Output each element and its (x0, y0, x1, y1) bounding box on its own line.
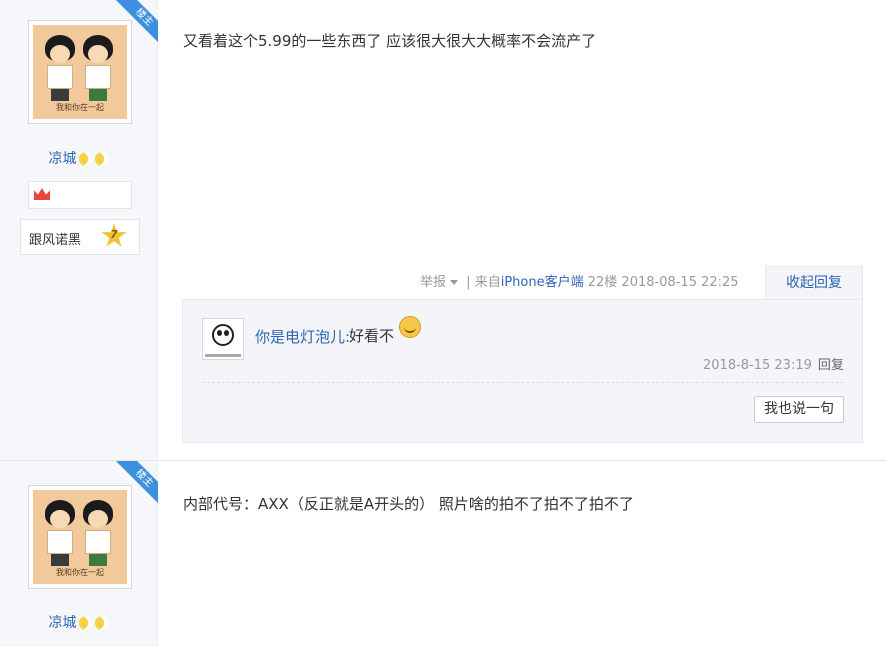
girl-figure (83, 500, 113, 566)
smiley-emoji-icon (399, 316, 421, 338)
post-tail: 举报 | 来自iPhone客户端 22楼 2018-08-15 22:25 (420, 266, 763, 299)
reply-time: 2018-8-15 23:19 (703, 358, 812, 373)
source-prefix: 来自 (474, 275, 501, 290)
username-link[interactable]: 凉城 (0, 612, 157, 632)
avatar-caption: 我和你在一起 (56, 103, 104, 112)
post-content: 内部代号：AXX（反正就是A开头的） 照片啥的拍不了拍不了拍不了 (183, 495, 634, 513)
author-sidebar: 楼主 我和你在一起 凉城 跟风诺黑 7 (0, 0, 158, 460)
caret-down-icon[interactable] (450, 280, 459, 285)
moon-icon (94, 616, 109, 630)
moon-icon (78, 152, 93, 166)
moon-icon (94, 152, 109, 166)
avatar[interactable]: 我和你在一起 (28, 485, 132, 589)
username-text[interactable]: 凉城 (49, 151, 77, 167)
report-link[interactable]: 举报 (420, 275, 446, 290)
reply-divider (202, 382, 844, 383)
crown-icon[interactable] (34, 188, 50, 200)
post-content: 又看着这个5.99的一些东西了 应该很大很大大概率不会流产了 (183, 32, 597, 50)
reply-text: 好看不 (349, 327, 395, 345)
reply-username[interactable]: 你是电灯泡儿: (255, 326, 350, 347)
avatar-image: 我和你在一起 (33, 25, 127, 119)
boy-figure (45, 500, 75, 566)
reply-avatar[interactable] (202, 318, 244, 360)
moon-icon (78, 616, 93, 630)
collapse-replies-button[interactable]: 收起回复 (765, 266, 863, 299)
floor-number: 22楼 (587, 275, 618, 290)
panda-icon (212, 324, 234, 346)
reply-link[interactable]: 回复 (818, 358, 844, 373)
level-number: 7 (110, 228, 118, 241)
girl-figure (83, 35, 113, 101)
username-link[interactable]: 凉城 (0, 148, 157, 168)
member-icons (28, 181, 132, 209)
post-floor-22: 楼主 我和你在一起 凉城 跟风诺黑 7 又看着这个5.99的一些东西了 应该很大… (0, 0, 886, 460)
tail-divider: | (466, 275, 471, 290)
username-text[interactable]: 凉城 (49, 615, 77, 631)
avatar-caption: 我和你在一起 (56, 568, 104, 577)
avatar-image: 我和你在一起 (33, 490, 127, 584)
level-name: 跟风诺黑 (29, 233, 82, 248)
say-something-button[interactable]: 我也说一句 (754, 396, 844, 423)
post-time: 2018-08-15 22:25 (621, 275, 739, 290)
boy-figure (45, 35, 75, 101)
avatar[interactable]: 我和你在一起 (28, 20, 132, 124)
reply-section: 你是电灯泡儿: 好看不 2018-8-15 23:19 回复 我也说一句 (182, 299, 863, 443)
reply-meta: 2018-8-15 23:19 回复 (703, 354, 844, 373)
author-sidebar: 楼主 我和你在一起 凉城 (0, 461, 158, 647)
client-link[interactable]: iPhone客户端 (501, 275, 584, 290)
level-badge[interactable]: 跟风诺黑 7 (20, 219, 140, 255)
post-next: 楼主 我和你在一起 凉城 内部代号：AXX（反正就是A开头的） 照片啥的拍不了拍… (0, 461, 886, 647)
